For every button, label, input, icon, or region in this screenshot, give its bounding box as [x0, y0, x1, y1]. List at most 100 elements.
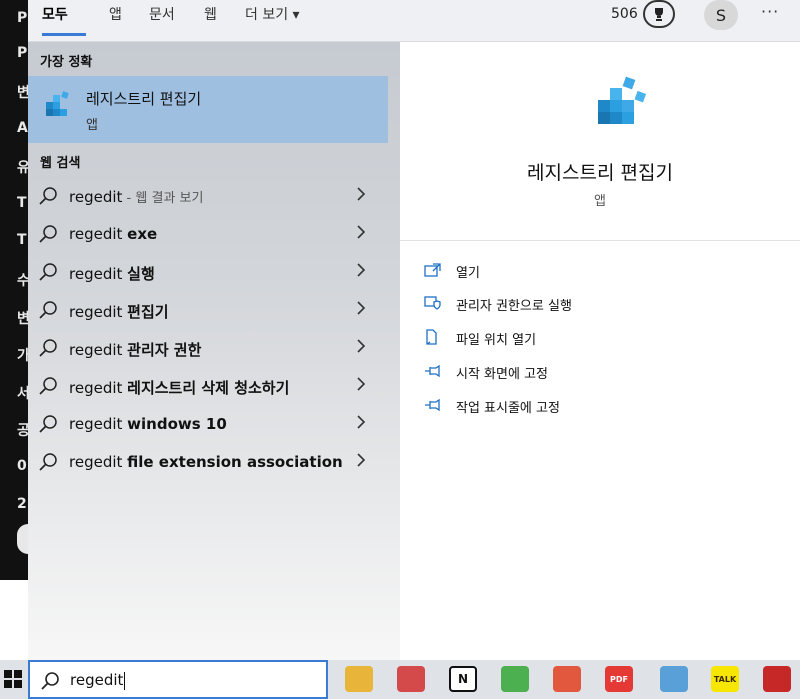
rewards-points: 506: [611, 6, 638, 22]
tab-web[interactable]: 웹: [204, 4, 217, 24]
chevron-right-icon[interactable]: [356, 300, 366, 320]
open-icon: [424, 262, 442, 282]
background-char: P: [17, 10, 28, 26]
action-label: 열기: [456, 266, 480, 281]
action-open-file-location[interactable]: 파일 위치 열기: [424, 327, 724, 351]
tab-apps[interactable]: 앱: [109, 4, 122, 24]
web-result-text: regedit 관리자 권한: [69, 339, 201, 360]
chevron-right-icon[interactable]: [356, 414, 366, 434]
query-suggestion: 편집기: [127, 303, 169, 321]
query-prefix: regedit: [69, 415, 128, 433]
tab-documents[interactable]: 문서: [149, 4, 175, 24]
search-panel: 모두 앱 문서 웹 더 보기 ▾ 506 S ··· 가장 정확 레지스트리 편…: [28, 0, 800, 660]
rewards-trophy-icon[interactable]: [643, 0, 675, 28]
query-suggestion: 실행: [127, 265, 155, 283]
detail-app-type: 앱: [594, 194, 606, 209]
detail-pane: 레지스트리 편집기 앱 열기 관리자 권한으로 실행 파일 위치 열기 시작 화…: [400, 42, 800, 660]
search-value: regedit: [70, 671, 124, 689]
tab-all[interactable]: 모두: [42, 4, 68, 24]
file-explorer-taskbar-icon[interactable]: [345, 666, 373, 692]
query-suggestion: 레지스트리 삭제 청소하기: [127, 379, 290, 397]
chevron-right-icon[interactable]: [356, 262, 366, 282]
web-result-text: regedit file extension association: [69, 453, 343, 471]
notion-taskbar-icon[interactable]: N: [449, 666, 477, 692]
web-result-text: regedit 레지스트리 삭제 청소하기: [69, 377, 289, 398]
web-result-item[interactable]: regedit 편집기: [28, 291, 388, 329]
search-icon: [38, 376, 58, 400]
web-result-item[interactable]: regedit windows 10: [28, 405, 388, 443]
background-char: T: [17, 232, 27, 248]
blue-note-app-taskbar-icon[interactable]: [660, 666, 688, 692]
chevron-right-icon[interactable]: [356, 452, 366, 472]
query-prefix: regedit: [69, 341, 128, 359]
action-open[interactable]: 열기: [424, 260, 724, 284]
best-match-type: 앱: [86, 118, 98, 133]
web-search-heading: 웹 검색: [40, 156, 81, 171]
action-pin-to-taskbar[interactable]: 작업 표시줄에 고정: [424, 395, 724, 419]
web-result-text: regedit exe: [69, 225, 157, 243]
search-icon: [38, 224, 58, 248]
user-avatar[interactable]: S: [704, 0, 738, 30]
kakaotalk-taskbar-icon[interactable]: TALK: [711, 666, 739, 692]
action-label: 작업 표시줄에 고정: [456, 401, 560, 416]
search-icon: [38, 452, 58, 476]
green-app-taskbar-icon[interactable]: [501, 666, 529, 692]
admin-shield-icon: [424, 295, 442, 315]
red-app-taskbar-icon[interactable]: [553, 666, 581, 692]
detail-divider: [400, 240, 800, 241]
chevron-right-icon[interactable]: [356, 224, 366, 244]
query-prefix: regedit: [69, 188, 123, 206]
result-hint: - 웹 결과 보기: [122, 191, 204, 206]
chevron-right-icon[interactable]: [356, 338, 366, 358]
search-icon: [38, 262, 58, 286]
action-label: 파일 위치 열기: [456, 333, 537, 348]
taskbar-search-input[interactable]: regedit: [28, 660, 328, 699]
search-icon: [38, 186, 58, 210]
query-prefix: regedit: [69, 265, 128, 283]
tab-more[interactable]: 더 보기 ▾: [245, 4, 300, 24]
background-char: 0: [17, 458, 27, 474]
action-label: 시작 화면에 고정: [456, 367, 548, 382]
pdf-app-taskbar-icon[interactable]: PDF: [605, 666, 633, 692]
registry-editor-large-icon: [594, 74, 650, 138]
search-icon: [40, 671, 60, 695]
query-suggestion: 관리자 권한: [127, 341, 202, 359]
query-suggestion: exe: [127, 225, 158, 243]
best-match-heading: 가장 정확: [40, 55, 93, 70]
chevron-right-icon[interactable]: [356, 376, 366, 396]
query-suggestion: windows 10: [127, 415, 227, 433]
background-app-strip: PP변A유TT수변가서공02: [0, 0, 39, 580]
best-match-item[interactable]: 레지스트리 편집기 앱: [28, 76, 388, 143]
search-icon: [38, 300, 58, 324]
pin-icon: [424, 397, 442, 417]
web-result-item[interactable]: regedit file extension association: [28, 443, 388, 481]
query-prefix: regedit: [69, 225, 128, 243]
query-suggestion: file extension association: [127, 453, 343, 471]
web-result-text: regedit 편집기: [69, 301, 169, 322]
web-result-item[interactable]: regedit 실행: [28, 253, 388, 291]
search-icon: [38, 414, 58, 438]
web-result-item[interactable]: regedit 레지스트리 삭제 청소하기: [28, 367, 388, 405]
query-prefix: regedit: [69, 379, 128, 397]
web-result-item[interactable]: regedit exe: [28, 215, 388, 253]
snipping-tool-taskbar-icon[interactable]: [397, 666, 425, 692]
text-caret: [124, 671, 126, 690]
taskbar: regedit N PDF TALK: [0, 660, 800, 699]
chevron-right-icon[interactable]: [356, 186, 366, 206]
background-char: 2: [17, 496, 27, 512]
windows-start-icon[interactable]: [4, 670, 22, 688]
web-result-item[interactable]: regedit - 웹 결과 보기: [28, 177, 388, 215]
pin-icon: [424, 363, 442, 383]
search-tabs: 모두 앱 문서 웹 더 보기 ▾ 506 S ···: [28, 0, 800, 42]
action-run-as-admin[interactable]: 관리자 권한으로 실행: [424, 293, 724, 317]
action-label: 관리자 권한으로 실행: [456, 299, 572, 314]
web-result-item[interactable]: regedit 관리자 권한: [28, 329, 388, 367]
detail-app-name: 레지스트리 편집기: [527, 162, 673, 184]
best-match-title: 레지스트리 편집기: [86, 90, 202, 108]
file-location-icon: [424, 329, 442, 349]
more-options-icon[interactable]: ···: [761, 2, 779, 21]
background-char: P: [17, 45, 28, 61]
grid-app-taskbar-icon[interactable]: [763, 666, 791, 692]
action-pin-to-start[interactable]: 시작 화면에 고정: [424, 361, 724, 385]
active-tab-indicator: [42, 33, 86, 36]
